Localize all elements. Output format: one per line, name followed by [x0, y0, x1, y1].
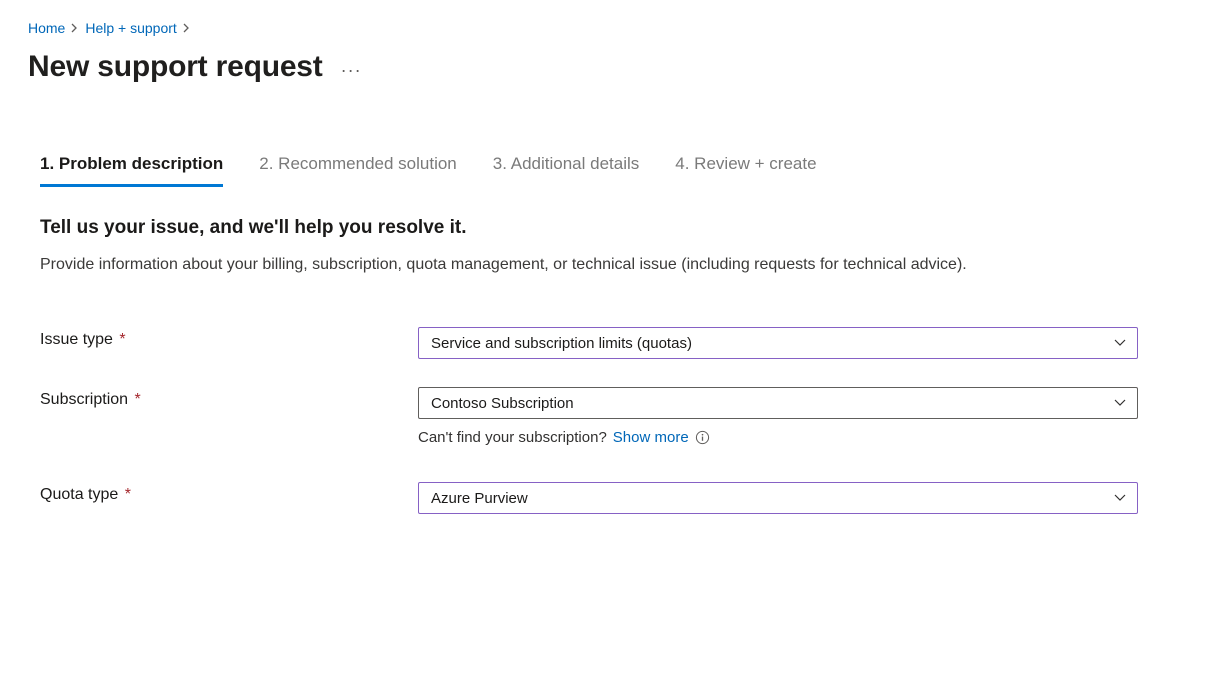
subscription-value: Contoso Subscription [431, 395, 574, 412]
required-asterisk: * [130, 391, 141, 408]
required-asterisk: * [120, 486, 131, 503]
tab-review-create[interactable]: 4. Review + create [675, 154, 816, 187]
show-more-link[interactable]: Show more [613, 429, 689, 446]
section-heading: Tell us your issue, and we'll help you r… [40, 217, 1192, 239]
breadcrumb-home[interactable]: Home [28, 20, 65, 36]
tab-additional-details[interactable]: 3. Additional details [493, 154, 640, 187]
breadcrumb-help-support[interactable]: Help + support [85, 20, 176, 36]
issue-type-value: Service and subscription limits (quotas) [431, 335, 692, 352]
chevron-down-icon [1113, 398, 1127, 408]
tabs: 1. Problem description 2. Recommended so… [40, 154, 1192, 187]
subscription-select[interactable]: Contoso Subscription [418, 387, 1138, 419]
info-icon[interactable] [695, 430, 710, 445]
chevron-right-icon [183, 23, 191, 33]
section-description: Provide information about your billing, … [40, 253, 1140, 277]
subscription-label: Subscription * [40, 387, 418, 409]
required-asterisk: * [115, 331, 126, 348]
issue-type-select[interactable]: Service and subscription limits (quotas) [418, 327, 1138, 359]
quota-type-value: Azure Purview [431, 490, 528, 507]
issue-type-label: Issue type * [40, 327, 418, 349]
subscription-hint: Can't find your subscription? Show more [418, 429, 1192, 446]
chevron-down-icon [1113, 493, 1127, 503]
chevron-down-icon [1113, 338, 1127, 348]
quota-type-select[interactable]: Azure Purview [418, 482, 1138, 514]
chevron-right-icon [71, 23, 79, 33]
tab-problem-description[interactable]: 1. Problem description [40, 154, 223, 187]
page-title: New support request [28, 50, 323, 84]
hint-text: Can't find your subscription? [418, 429, 607, 446]
breadcrumb: Home Help + support [28, 20, 1192, 36]
quota-type-label: Quota type * [40, 482, 418, 504]
tab-recommended-solution[interactable]: 2. Recommended solution [259, 154, 457, 187]
more-icon[interactable]: ··· [341, 60, 362, 81]
